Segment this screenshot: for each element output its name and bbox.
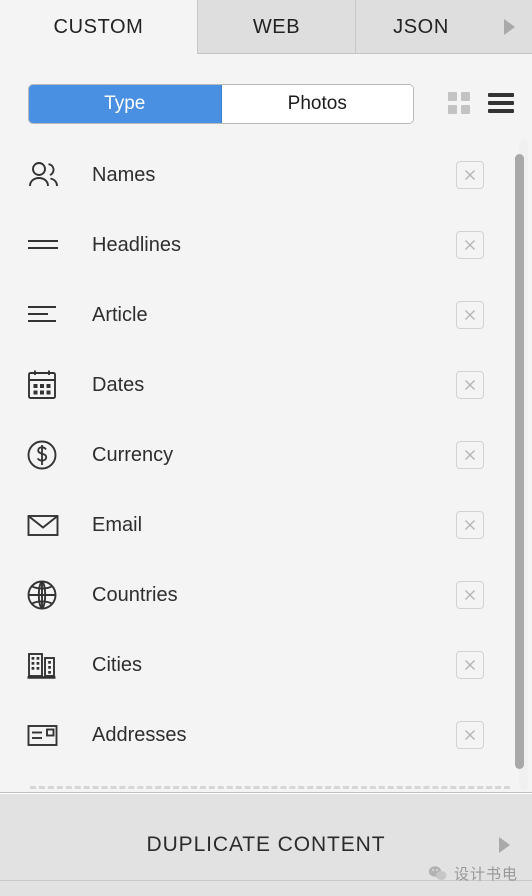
- remove-button[interactable]: [456, 721, 484, 749]
- tab-overflow-button[interactable]: [486, 0, 532, 54]
- address-card-icon: [26, 715, 66, 755]
- remove-button[interactable]: [456, 161, 484, 189]
- list-item[interactable]: Email: [0, 490, 532, 560]
- list-item[interactable]: Currency: [0, 420, 532, 490]
- segment-photos[interactable]: Photos: [221, 85, 413, 123]
- dollar-circle-icon: [26, 435, 66, 475]
- scrollbar-thumb[interactable]: [515, 154, 524, 769]
- tab-custom[interactable]: CUSTOM: [0, 0, 198, 54]
- calendar-icon: [26, 365, 66, 405]
- segment-photos-label: Photos: [287, 93, 347, 114]
- segmented-control: Type Photos: [28, 84, 414, 124]
- toolbar: Type Photos: [0, 54, 532, 140]
- triangle-right-icon: [503, 19, 515, 35]
- remove-button[interactable]: [456, 651, 484, 679]
- remove-button[interactable]: [456, 231, 484, 259]
- two-lines-icon: [26, 225, 66, 265]
- list-icon[interactable]: [488, 93, 514, 113]
- duplicate-content-label: DUPLICATE CONTENT: [146, 833, 386, 856]
- tab-web-label: WEB: [252, 15, 301, 38]
- remove-button[interactable]: [456, 511, 484, 539]
- list-item[interactable]: Names: [0, 140, 532, 210]
- list-item[interactable]: Addresses: [0, 700, 532, 770]
- remove-button[interactable]: [456, 301, 484, 329]
- list-item-label: Currency: [92, 443, 174, 466]
- list-item-label: Headlines: [92, 233, 181, 256]
- list-item[interactable]: Dates: [0, 350, 532, 420]
- tab-json[interactable]: JSON: [356, 0, 486, 54]
- segment-type[interactable]: Type: [29, 85, 222, 123]
- buildings-icon: [26, 645, 66, 685]
- remove-button[interactable]: [456, 581, 484, 609]
- list-item-label: Article: [92, 303, 148, 326]
- list-item-label: Countries: [92, 583, 178, 606]
- scrollbar-track[interactable]: [515, 140, 528, 790]
- text-lines-icon: [26, 295, 66, 335]
- globe-icon: [26, 575, 66, 615]
- tab-custom-label: CUSTOM: [53, 15, 144, 38]
- watermark: 设计书电: [428, 863, 518, 884]
- tab-json-label: JSON: [393, 15, 449, 38]
- dashed-separator: [30, 786, 510, 789]
- segment-type-label: Type: [104, 93, 146, 114]
- list-item-label: Email: [92, 513, 143, 536]
- list-item[interactable]: Article: [0, 280, 532, 350]
- app-root: CUSTOM WEB JSON Type Photos Names Headli…: [0, 0, 532, 896]
- triangle-right-icon: [499, 837, 510, 853]
- tab-web[interactable]: WEB: [198, 0, 356, 54]
- remove-button[interactable]: [456, 441, 484, 469]
- type-list[interactable]: Names Headlines Article Dates Currency E…: [0, 140, 532, 792]
- view-toggle-group: [448, 92, 514, 114]
- remove-button[interactable]: [456, 371, 484, 399]
- wechat-icon: [428, 866, 447, 880]
- list-item-label: Cities: [92, 653, 143, 676]
- envelope-icon: [26, 505, 66, 545]
- list-item[interactable]: Cities: [0, 630, 532, 700]
- grid-icon[interactable]: [448, 92, 470, 114]
- people-icon: [26, 155, 66, 195]
- tab-bar: CUSTOM WEB JSON: [0, 0, 532, 54]
- list-item[interactable]: Headlines: [0, 210, 532, 280]
- list-item-label: Names: [92, 163, 156, 186]
- list-item[interactable]: Countries: [0, 560, 532, 630]
- list-item-label: Addresses: [92, 723, 187, 746]
- list-item-label: Dates: [92, 373, 145, 396]
- watermark-text: 设计书电: [453, 866, 518, 883]
